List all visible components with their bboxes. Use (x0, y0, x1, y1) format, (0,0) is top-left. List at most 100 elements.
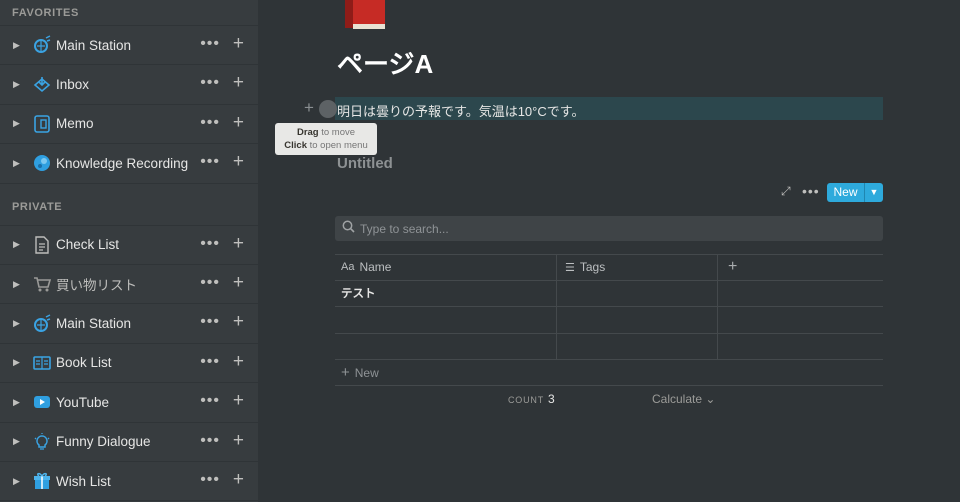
count-summary[interactable]: COUNT 3 (508, 392, 555, 406)
more-options-icon[interactable]: ••• (200, 314, 220, 330)
expand-triangle-icon[interactable]: ▶ (13, 318, 23, 329)
expand-triangle-icon[interactable]: ▶ (13, 40, 23, 51)
sidebar: FAVORITES ▶ Main Station ••• + ▶ Inbox •… (0, 0, 258, 502)
add-page-icon[interactable]: + (233, 273, 244, 292)
calculate-dropdown[interactable]: Calculate ⌄ (652, 392, 715, 406)
expand-triangle-icon[interactable]: ▶ (13, 397, 23, 408)
tooltip-drag-keyword: Drag (296, 127, 319, 138)
expand-triangle-icon[interactable]: ▶ (13, 239, 23, 250)
add-page-icon[interactable]: + (233, 312, 244, 331)
new-entry-button[interactable]: New ▼ (827, 183, 883, 202)
tags-cell[interactable] (557, 280, 718, 306)
column-header-name[interactable]: Aa Name (335, 255, 557, 280)
chevron-down-icon: ⌄ (705, 392, 716, 406)
page-title[interactable]: ページA (337, 44, 433, 81)
text-property-icon: Aa (341, 261, 355, 274)
page-content: ページA + 明日は曇りの予報です。気温は10°Cです。 Drag to mov… (258, 0, 960, 502)
red-book-icon[interactable] (343, 0, 391, 32)
add-row-button[interactable]: + New (335, 360, 883, 386)
record-disc-icon (31, 152, 53, 174)
column-header-label: Name (359, 260, 392, 275)
sidebar-item-inbox[interactable]: ▶ Inbox ••• + (0, 65, 258, 105)
add-page-icon[interactable]: + (233, 234, 244, 253)
count-label: COUNT (508, 395, 544, 405)
add-page-icon[interactable]: + (233, 391, 244, 410)
private-section-label: PRIVATE (0, 184, 258, 226)
more-options-icon[interactable]: ••• (200, 75, 220, 91)
database-title[interactable]: Untitled (337, 155, 393, 172)
tooltip-drag-text: to move (318, 127, 356, 138)
drag-handle-icon[interactable] (319, 100, 337, 118)
sidebar-item-knowledge-recording[interactable]: ▶ Knowledge Recording ••• + (0, 144, 258, 184)
globe-satellite-icon (31, 313, 53, 335)
sidebar-item-shopping-list[interactable]: ▶ 買い物リスト ••• + (0, 265, 258, 305)
memo-icon (31, 113, 53, 135)
sidebar-item-youtube[interactable]: ▶ YouTube ••• + (0, 383, 258, 423)
more-options-icon[interactable]: ••• (200, 353, 220, 369)
column-header-label: Tags (579, 260, 606, 275)
sidebar-item-label: Wish List (56, 473, 111, 489)
name-cell[interactable]: テスト (335, 280, 557, 306)
empty-cell (718, 281, 883, 307)
more-options-icon[interactable]: ••• (200, 471, 220, 487)
expand-triangle-icon[interactable]: ▶ (13, 158, 23, 169)
add-page-icon[interactable]: + (233, 470, 244, 489)
search-input[interactable] (360, 221, 860, 236)
name-cell[interactable] (335, 333, 557, 359)
plus-icon: + (341, 364, 350, 381)
lightbulb-icon (31, 431, 53, 453)
tags-cell[interactable] (557, 307, 718, 333)
sidebar-item-main-station[interactable]: ▶ Main Station ••• + (0, 26, 258, 66)
table-row[interactable] (335, 307, 883, 334)
tooltip-click-keyword: Click (284, 140, 307, 151)
sidebar-item-label: Main Station (56, 37, 132, 53)
table-row[interactable] (335, 333, 883, 360)
expand-triangle-icon[interactable]: ▶ (13, 279, 23, 290)
add-column-cell[interactable]: + (718, 255, 883, 280)
more-options-icon[interactable]: ••• (200, 154, 220, 170)
more-options-icon[interactable]: ••• (200, 36, 220, 52)
more-options-icon[interactable]: ••• (200, 432, 220, 448)
tooltip-line-click: Click to open menu (275, 139, 377, 152)
add-page-icon[interactable]: + (233, 73, 244, 92)
database-more-icon[interactable]: ••• (802, 183, 820, 199)
sidebar-item-check-list[interactable]: ▶ Check List ••• + (0, 226, 258, 265)
chevron-down-icon[interactable]: ▼ (865, 183, 883, 202)
open-fullpage-icon[interactable]: ⤢ (781, 185, 793, 197)
sidebar-item-book-list[interactable]: ▶ Book List ••• + (0, 344, 258, 384)
add-block-icon[interactable]: + (304, 98, 314, 118)
sidebar-item-label: Knowledge Recording (56, 155, 189, 171)
add-page-icon[interactable]: + (233, 152, 244, 171)
expand-triangle-icon[interactable]: ▶ (13, 357, 23, 368)
sidebar-item-main-station-2[interactable]: ▶ Main Station ••• + (0, 304, 258, 344)
expand-triangle-icon[interactable]: ▶ (13, 79, 23, 90)
new-entry-label[interactable]: New (827, 183, 865, 202)
add-page-icon[interactable]: + (233, 352, 244, 371)
add-property-icon[interactable]: + (728, 258, 737, 276)
name-cell[interactable] (335, 307, 557, 333)
expand-triangle-icon[interactable]: ▶ (13, 118, 23, 129)
more-options-icon[interactable]: ••• (200, 114, 220, 130)
gift-icon (31, 470, 53, 492)
expand-triangle-icon[interactable]: ▶ (13, 476, 23, 487)
add-page-icon[interactable]: + (233, 113, 244, 132)
more-options-icon[interactable]: ••• (200, 235, 220, 251)
add-page-icon[interactable]: + (233, 431, 244, 450)
drag-handle-tooltip: Drag to move Click to open menu (275, 123, 377, 155)
sidebar-item-memo[interactable]: ▶ Memo ••• + (0, 105, 258, 145)
sidebar-item-wish-list[interactable]: ▶ Wish List ••• + (0, 462, 258, 502)
add-page-icon[interactable]: + (233, 34, 244, 53)
sidebar-item-funny-dialogue[interactable]: ▶ Funny Dialogue ••• + (0, 423, 258, 462)
block-text[interactable]: 明日は曇りの予報です。気温は10°Cです。 (337, 101, 584, 120)
youtube-icon (31, 391, 53, 413)
database-table: Aa Name ☰ Tags + テスト + New (335, 254, 883, 386)
tooltip-line-drag: Drag to move (275, 126, 377, 139)
more-options-icon[interactable]: ••• (200, 274, 220, 290)
more-options-icon[interactable]: ••• (200, 393, 220, 409)
database-search[interactable] (335, 216, 883, 241)
tags-cell[interactable] (557, 333, 718, 359)
table-row[interactable]: テスト (335, 280, 883, 307)
expand-triangle-icon[interactable]: ▶ (13, 436, 23, 447)
column-header-tags[interactable]: ☰ Tags (557, 255, 718, 280)
sidebar-item-label: Check List (56, 237, 120, 253)
